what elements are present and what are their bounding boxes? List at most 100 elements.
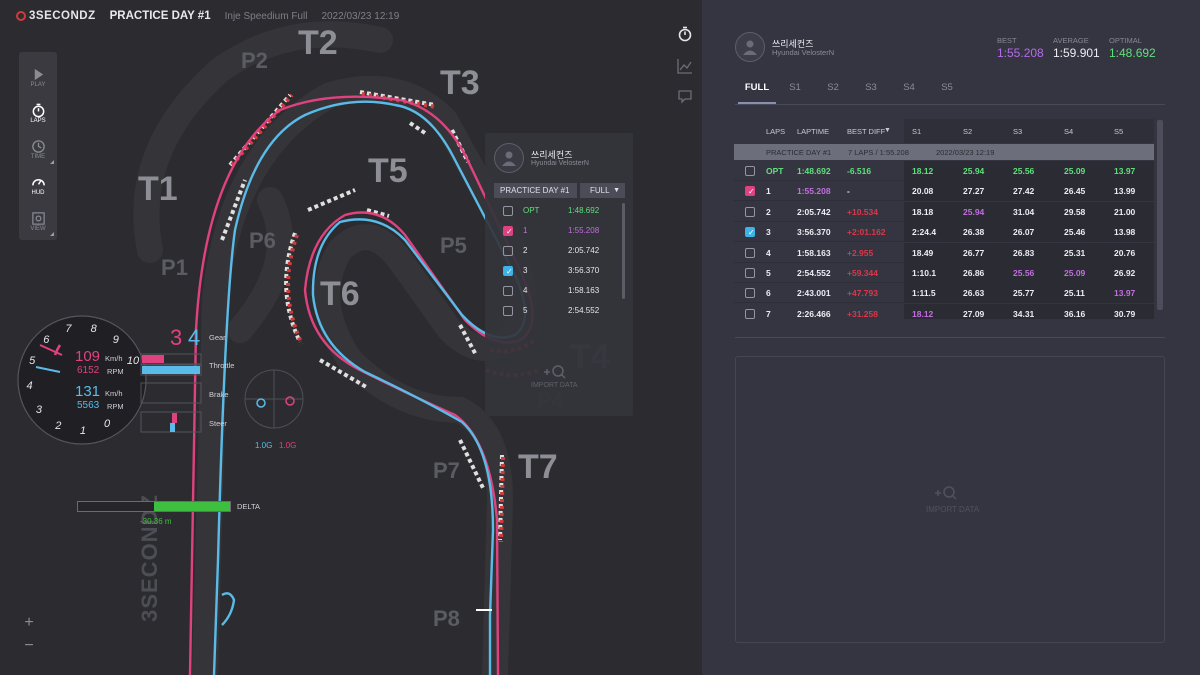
- car-name: Hyundai VelosterN: [772, 48, 835, 57]
- cell-s5: 13.97: [1114, 288, 1136, 299]
- view-button[interactable]: VIEW: [21, 206, 55, 236]
- lap-time: 2:05.742: [568, 246, 600, 255]
- gauge-tick-label: 1: [79, 424, 86, 437]
- session-select[interactable]: PRACTICE DAY #1: [494, 183, 577, 198]
- import-data-label[interactable]: IMPORT DATA: [531, 382, 578, 389]
- track-map-area[interactable]: 3SECONDZ PRACTICE DAY #1 Inje Speedium F…: [0, 0, 668, 675]
- optimal-label: OPTIMAL: [1109, 36, 1142, 45]
- table-row[interactable]: 7 2:26.466 +31.258 18.12 27.09 34.31 36.16 30.7…: [734, 303, 1154, 319]
- rpm-b-value: 5563: [77, 400, 100, 411]
- tab-full[interactable]: FULL: [738, 80, 776, 104]
- lap-checkbox[interactable]: [745, 166, 755, 176]
- table-row[interactable]: 6 2:43.001 +47.793 1:11.5 26.63 25.77 25.11 13.…: [734, 283, 1154, 304]
- cell-laptime: 1:55.208: [797, 186, 831, 197]
- table-header: LAPS LAPTIME BEST DIFF ▼ S1 S2 S3 S4 S5: [734, 119, 1166, 143]
- lap-checkbox[interactable]: [503, 306, 513, 316]
- lap-checkbox[interactable]: [745, 268, 755, 278]
- cell-lap: 1: [766, 186, 771, 197]
- lap-checkbox[interactable]: [503, 286, 513, 296]
- import-data-dropzone[interactable]: IMPORT DATA: [735, 356, 1165, 643]
- table-row[interactable]: ✓ 1 1:55.208 - 20.08 27.27 27.42 26.45 13.99: [734, 181, 1154, 202]
- laps-button[interactable]: LAPS: [21, 98, 55, 128]
- tab-s5[interactable]: S5: [928, 80, 966, 104]
- cell-s3: 34.31: [1013, 308, 1035, 319]
- col-s5[interactable]: S5: [1114, 127, 1123, 136]
- tab-s4[interactable]: S4: [890, 80, 928, 104]
- tab-s2[interactable]: S2: [814, 80, 852, 104]
- cell-s4: 29.58: [1064, 206, 1086, 217]
- zoom-out-button[interactable]: −: [20, 637, 38, 655]
- session-datetime: 2022/03/23 12:19: [936, 148, 995, 157]
- zoom-in-button[interactable]: +: [20, 614, 38, 632]
- chart-icon[interactable]: [677, 58, 693, 74]
- lap-checkbox[interactable]: [745, 247, 755, 258]
- table-row[interactable]: 5 2:54.552 +59.344 1:10.1 26.86 25.56 25.09 26.…: [734, 263, 1154, 283]
- scrollbar[interactable]: [1157, 120, 1163, 310]
- cell-laptime: 2:05.742: [797, 206, 831, 217]
- best-lap-value: 1:55.208: [997, 46, 1044, 60]
- tab-s1[interactable]: S1: [776, 80, 814, 104]
- side-icon-strip: [668, 0, 702, 675]
- average-label: AVERAGE: [1053, 36, 1089, 45]
- cell-s3: 31.04: [1013, 206, 1035, 217]
- gauge-tick-label: 6: [43, 334, 50, 347]
- tab-s3[interactable]: S3: [852, 80, 890, 104]
- scrollbar[interactable]: [622, 203, 625, 299]
- col-laps[interactable]: LAPS: [766, 127, 785, 136]
- turn-label-t1: T1: [138, 170, 178, 208]
- lap-checkbox[interactable]: [745, 288, 755, 299]
- lap-list-item[interactable]: ✓ 3 3:56.370: [503, 264, 621, 284]
- cell-lap: 3: [766, 227, 771, 238]
- comment-icon[interactable]: [677, 88, 693, 104]
- col-s4[interactable]: S4: [1064, 127, 1073, 136]
- delta-label: DELTA: [237, 502, 261, 511]
- lap-list-item[interactable]: 5 2:54.552: [503, 304, 621, 324]
- col-best-diff[interactable]: BEST DIFF: [847, 127, 885, 136]
- point-label-p5: P5: [440, 233, 467, 258]
- table-row[interactable]: 2 2:05.742 +10.534 18.18 25.94 31.04 29.58 21.0…: [734, 201, 1154, 222]
- speed-a-unit: Km/h: [105, 354, 123, 363]
- cell-s3: 25.56: [1013, 268, 1035, 278]
- stopwatch-icon[interactable]: [677, 26, 693, 42]
- speed-a-value: 109: [75, 348, 101, 365]
- col-laptime[interactable]: LAPTIME: [797, 127, 829, 136]
- cell-lap: 2: [766, 206, 771, 217]
- lap-list-item[interactable]: ✓ 1 1:55.208: [503, 224, 621, 244]
- point-label-p2: P2: [241, 48, 268, 73]
- lap-list-item[interactable]: OPT 1:48.692: [503, 204, 621, 224]
- play-button[interactable]: PLAY: [21, 62, 55, 92]
- table-row[interactable]: 4 1:58.163 +2.955 18.49 26.77 26.83 25.31 20.76: [734, 242, 1154, 263]
- lap-checkbox[interactable]: [503, 246, 513, 256]
- play-label: PLAY: [30, 81, 46, 88]
- cell-laptime: 1:48.692: [797, 166, 831, 176]
- table-row[interactable]: OPT 1:48.692 -6.516 18.12 25.94 25.56 25.09 13.…: [734, 161, 1154, 181]
- lap-checkbox[interactable]: [745, 206, 755, 217]
- gear-label: Gear: [209, 333, 226, 342]
- lap-checkbox[interactable]: ✓: [503, 226, 513, 236]
- mode-select[interactable]: FULL ▼: [580, 183, 625, 198]
- app-logo[interactable]: 3SECONDZ: [16, 10, 96, 22]
- session-group-row[interactable]: PRACTICE DAY #1 7 LAPS / 1:55.208 2022/0…: [734, 144, 1154, 160]
- gauge-tick-label: 8: [90, 322, 97, 335]
- lap-checkbox[interactable]: ✓: [503, 266, 513, 276]
- delta-bar-fill: [154, 502, 230, 511]
- sort-desc-icon[interactable]: ▼: [884, 127, 891, 134]
- col-s1[interactable]: S1: [912, 127, 921, 136]
- lap-checkbox[interactable]: [745, 308, 755, 319]
- lap-list-item[interactable]: 4 1:58.163: [503, 284, 621, 304]
- cell-s3: 26.07: [1013, 227, 1035, 238]
- map-toolbar: PLAY LAPS TIME HUD VIEW: [19, 52, 57, 240]
- view-icon: [31, 211, 45, 225]
- lap-checkbox[interactable]: ✓: [745, 227, 755, 238]
- lap-list-item[interactable]: 2 2:05.742: [503, 244, 621, 264]
- avatar: [735, 32, 765, 62]
- col-s2[interactable]: S2: [963, 127, 972, 136]
- time-button[interactable]: TIME: [21, 134, 55, 164]
- hud-button[interactable]: HUD: [21, 170, 55, 200]
- table-row[interactable]: ✓ 3 3:56.370 +2:01.162 2:24.4 26.38 26.07 25.46…: [734, 222, 1154, 243]
- lap-checkbox[interactable]: ✓: [745, 186, 755, 197]
- lap-time: 2:54.552: [568, 306, 600, 315]
- col-s3[interactable]: S3: [1013, 127, 1022, 136]
- cell-s3: 26.83: [1013, 247, 1035, 258]
- lap-checkbox[interactable]: [503, 206, 513, 216]
